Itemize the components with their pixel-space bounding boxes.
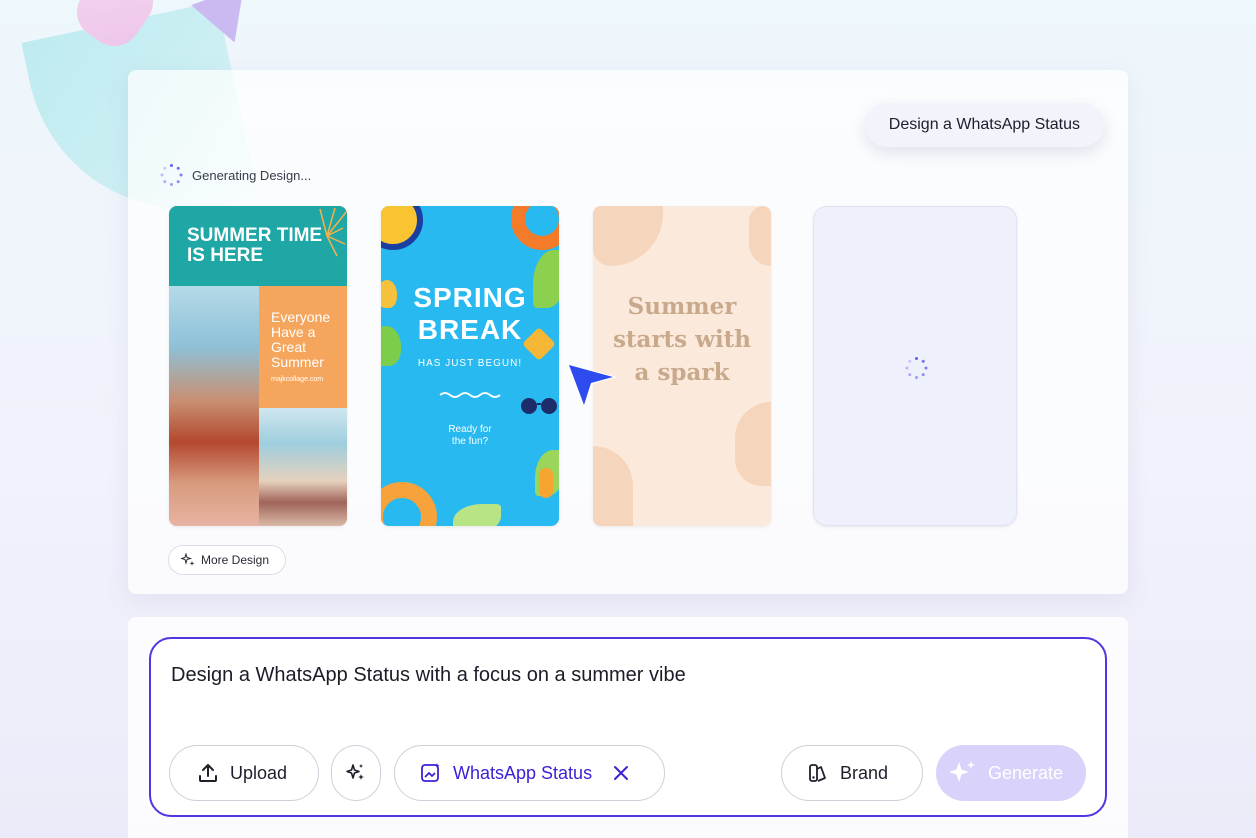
- card-text-block: Everyone Have a Great Summer majkcollage…: [259, 286, 347, 408]
- composer-panel: Design a WhatsApp Status with a focus on…: [128, 617, 1128, 838]
- design-tagline-line1: Ready for: [448, 424, 492, 435]
- float-ring-icon: [511, 206, 559, 250]
- design-title: Summer starts with a spark: [612, 293, 752, 386]
- float-ring-icon: [381, 482, 437, 526]
- design-tagline: Ready for the fun?: [381, 424, 559, 448]
- beach-photo-small: [259, 408, 347, 526]
- spinner-icon: [160, 164, 182, 186]
- upload-button[interactable]: Upload: [169, 745, 319, 801]
- more-design-button[interactable]: More Design: [168, 545, 287, 575]
- leaf-icon: [453, 504, 501, 526]
- prompt-input-text[interactable]: Design a WhatsApp Status with a focus on…: [171, 664, 686, 687]
- sand-shape: [749, 206, 771, 266]
- beach-photo: [169, 286, 259, 526]
- more-design-label: More Design: [201, 553, 270, 567]
- design-title: SUMMER TIME IS HERE: [187, 225, 323, 266]
- sunglasses-icon: [521, 398, 557, 414]
- generating-status: Generating Design...: [160, 164, 311, 186]
- upload-icon: [199, 764, 217, 782]
- beach-ball-icon: [381, 206, 423, 250]
- design-title-line1: SPRING: [413, 282, 527, 313]
- upload-label: Upload: [230, 762, 288, 783]
- spinner-icon: [905, 357, 927, 379]
- prompt-chip: Design a WhatsApp Status: [864, 103, 1104, 147]
- brand-label: Brand: [840, 762, 889, 783]
- flip-flop-icon: [539, 468, 553, 498]
- magic-wand-icon: [346, 764, 364, 780]
- format-tag[interactable]: WhatsApp Status: [394, 745, 665, 801]
- design-card-summer-time[interactable]: SUMMER TIME IS HERE Everyone Have a Grea…: [169, 206, 347, 526]
- generate-button[interactable]: Generate: [936, 745, 1086, 801]
- generating-status-text: Generating Design...: [192, 167, 312, 183]
- design-site: majkcollage.com: [271, 376, 324, 383]
- close-icon[interactable]: [612, 764, 630, 782]
- design-card-loading: [813, 206, 1017, 526]
- sand-shape: [593, 446, 633, 526]
- wave-divider-icon: [439, 392, 501, 398]
- brand-button[interactable]: Brand: [781, 745, 923, 801]
- design-title: SPRING BREAK: [381, 282, 559, 346]
- design-title-line2: BREAK: [417, 314, 523, 345]
- magic-enhance-button[interactable]: [331, 745, 381, 801]
- sparkle-icon: [949, 761, 975, 782]
- brand-icon: [809, 764, 826, 782]
- design-tagline-line2: the fun?: [451, 436, 489, 447]
- format-icon: [421, 763, 440, 782]
- design-subtitle: HAS JUST BEGUN!: [417, 358, 523, 369]
- sparkle-icon: [181, 553, 195, 566]
- design-card-spring-break[interactable]: SPRING BREAK HAS JUST BEGUN! Ready for t…: [381, 206, 559, 526]
- design-body: Everyone Have a Great Summer: [271, 309, 331, 370]
- sand-shape: [593, 206, 663, 266]
- results-panel: Design a WhatsApp Status Generating Desi…: [128, 70, 1128, 594]
- cursor-icon: [566, 363, 617, 409]
- sand-shape: [735, 402, 771, 486]
- generate-label: Generate: [988, 762, 1064, 783]
- format-label: WhatsApp Status: [453, 762, 593, 783]
- prompt-input[interactable]: Design a WhatsApp Status with a focus on…: [149, 637, 1107, 817]
